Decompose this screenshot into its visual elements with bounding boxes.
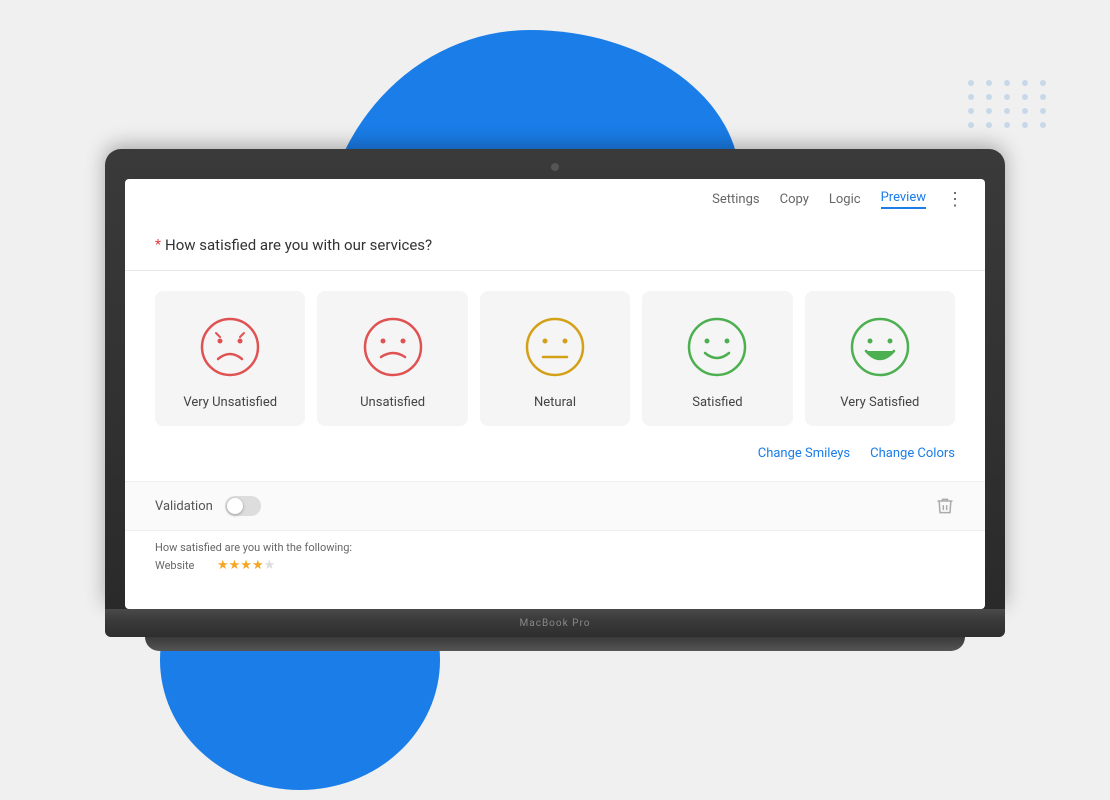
- required-star: *: [155, 237, 161, 253]
- preview-tab[interactable]: Preview: [881, 190, 926, 209]
- card-unsatisfied[interactable]: Unsatisfied: [317, 291, 467, 426]
- settings-tab[interactable]: Settings: [712, 192, 759, 207]
- preview-stars: ★★★★★: [217, 558, 275, 573]
- unhappy-icon: [361, 315, 425, 379]
- very-unhappy-icon: [198, 315, 262, 379]
- laptop-top: Settings Copy Logic Preview ⋮ * How sati…: [105, 149, 1005, 609]
- card-very-unsatisfied[interactable]: Very Unsatisfied: [155, 291, 305, 426]
- validation-label: Validation: [155, 499, 213, 514]
- neutral-icon: [523, 315, 587, 379]
- laptop-screen: Settings Copy Logic Preview ⋮ * How sati…: [125, 179, 985, 609]
- happy-icon: [685, 315, 749, 379]
- card-very-satisfied[interactable]: Very Satisfied: [805, 291, 955, 426]
- laptop-bottom: MacBook Pro: [105, 609, 1005, 637]
- validation-bar: Validation: [125, 481, 985, 530]
- star-empty: ★: [264, 558, 276, 573]
- question-label: How satisfied are you with our services?: [165, 236, 432, 254]
- laptop-camera: [551, 163, 559, 171]
- preview-strip: How satisfied are you with the following…: [125, 530, 985, 583]
- action-links: Change Smileys Change Colors: [155, 442, 955, 471]
- dot-grid-decoration: [968, 80, 1050, 128]
- card-satisfied[interactable]: Satisfied: [642, 291, 792, 426]
- card-label-neutral: Netural: [534, 395, 576, 410]
- logic-tab[interactable]: Logic: [829, 192, 861, 207]
- delete-icon[interactable]: [935, 496, 955, 516]
- very-happy-icon: [848, 315, 912, 379]
- validation-left: Validation: [155, 496, 261, 516]
- card-neutral[interactable]: Netural: [480, 291, 630, 426]
- change-colors-link[interactable]: Change Colors: [870, 446, 955, 461]
- preview-row: How satisfied are you with the following…: [155, 541, 955, 554]
- preview-rating-row: Website ★★★★★: [155, 558, 955, 573]
- preview-website-label: Website: [155, 559, 205, 572]
- card-label-satisfied: Satisfied: [692, 395, 742, 410]
- validation-toggle[interactable]: [225, 496, 261, 516]
- screen-content: Settings Copy Logic Preview ⋮ * How sati…: [125, 179, 985, 583]
- copy-tab[interactable]: Copy: [780, 192, 809, 207]
- card-label-very-unsatisfied: Very Unsatisfied: [183, 395, 277, 410]
- cards-section: Very Unsatisfied Unsatisfied: [125, 271, 985, 481]
- question-text: * How satisfied are you with our service…: [155, 236, 955, 254]
- card-label-unsatisfied: Unsatisfied: [360, 395, 425, 410]
- question-section: * How satisfied are you with our service…: [125, 220, 985, 271]
- laptop-base: [145, 637, 965, 651]
- toolbar: Settings Copy Logic Preview ⋮: [125, 179, 985, 220]
- laptop-brand-label: MacBook Pro: [520, 618, 591, 629]
- more-options-icon[interactable]: ⋮: [946, 189, 965, 210]
- smiley-cards-container: Very Unsatisfied Unsatisfied: [155, 291, 955, 426]
- toggle-thumb: [227, 498, 243, 514]
- preview-question: How satisfied are you with the following…: [155, 541, 352, 554]
- change-smileys-link[interactable]: Change Smileys: [758, 446, 850, 461]
- card-label-very-satisfied: Very Satisfied: [840, 395, 919, 410]
- laptop-frame: Settings Copy Logic Preview ⋮ * How sati…: [105, 149, 1005, 651]
